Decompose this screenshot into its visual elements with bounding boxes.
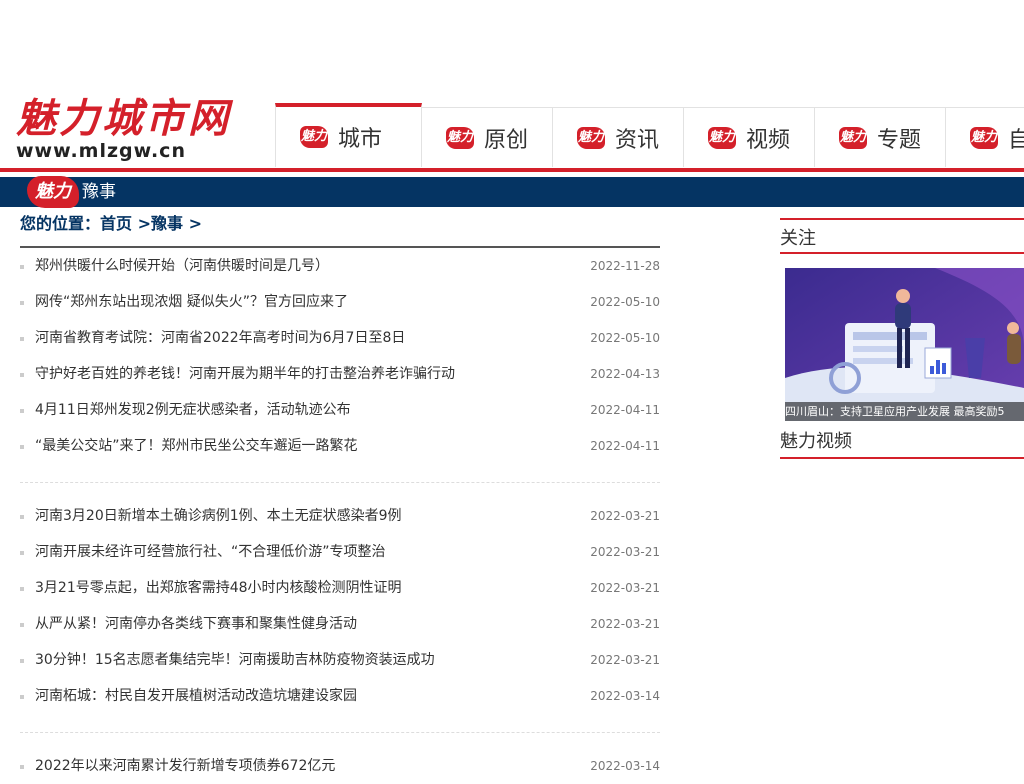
section-badge-icon: 魅力 [27, 176, 79, 208]
nav-label: 城市 [338, 127, 383, 152]
nav-item-more[interactable]: 魅力 自 [946, 107, 1024, 167]
bullet-icon [20, 445, 24, 449]
bullet-icon [20, 659, 24, 663]
breadcrumb-sep: > [132, 214, 152, 233]
breadcrumb: 您的位置：首页 >豫事 > [20, 212, 660, 248]
article-title[interactable]: 河南省教育考试院：河南省2022年高考时间为6月7日至8日 [35, 320, 405, 356]
list-item[interactable]: 河南省教育考试院：河南省2022年高考时间为6月7日至8日 2022-05-10 [20, 320, 660, 356]
article-date: 2022-05-10 [590, 295, 660, 309]
header-divider [0, 168, 1024, 172]
article-title[interactable]: 3月21号零点起，出郑旅客需持48小时内核酸检测阴性证明 [35, 570, 402, 606]
list-item[interactable]: 4月11日郑州发现2例无症状感染者，活动轨迹公布 2022-04-11 [20, 392, 660, 428]
article-list: 2022年以来河南累计发行新增专项债券672亿元 2022-03-14 [20, 748, 660, 784]
site-logo[interactable]: 魅力城市网 www.mlzgw.cn [16, 98, 228, 164]
section-bar [0, 177, 1024, 207]
focus-image[interactable] [785, 268, 1024, 421]
list-item[interactable]: 郑州供暖什么时候开始（河南供暖时间是几号） 2022-11-28 [20, 248, 660, 284]
article-date: 2022-04-11 [590, 403, 660, 417]
list-item[interactable]: 河南开展未经许可经营旅行社、“不合理低价游”专项整治 2022-03-21 [20, 534, 660, 570]
list-item[interactable]: 从严从紧！河南停办各类线下赛事和聚集性健身活动 2022-03-21 [20, 606, 660, 642]
article-title[interactable]: “最美公交站”来了！郑州市民坐公交车邂逅一路繁花 [35, 428, 358, 464]
nav-item-city[interactable]: 魅力 城市 [275, 103, 422, 167]
illustration-icon [785, 268, 1024, 421]
breadcrumb-sep: > [183, 214, 203, 233]
article-date: 2022-04-11 [590, 439, 660, 453]
mei-li-badge-icon: 魅力 [970, 126, 998, 149]
breadcrumb-prefix: 您的位置： [20, 214, 101, 233]
list-item[interactable]: “最美公交站”来了！郑州市民坐公交车邂逅一路繁花 2022-04-11 [20, 428, 660, 464]
list-item[interactable]: 3月21号零点起，出郑旅客需持48小时内核酸检测阴性证明 2022-03-21 [20, 570, 660, 606]
article-title[interactable]: 2022年以来河南累计发行新增专项债券672亿元 [35, 748, 335, 784]
breadcrumb-home[interactable]: 首页 [100, 214, 132, 233]
article-title[interactable]: 从严从紧！河南停办各类线下赛事和聚集性健身活动 [35, 606, 357, 642]
article-title[interactable]: 河南3月20日新增本土确诊病例1例、本土无症状感染者9例 [35, 498, 402, 534]
article-date: 2022-03-21 [590, 509, 660, 523]
list-divider [20, 482, 660, 483]
article-date: 2022-11-28 [590, 259, 660, 273]
article-date: 2022-03-21 [590, 617, 660, 631]
article-title[interactable]: 郑州供暖什么时候开始（河南供暖时间是几号） [35, 248, 329, 284]
nav-item-original[interactable]: 魅力 原创 [422, 107, 553, 167]
article-title[interactable]: 守护好老百姓的养老钱！河南开展为期半年的打击整治养老诈骗行动 [35, 356, 455, 392]
logo-name: 魅力城市网 [16, 95, 231, 142]
nav-label: 自 [1008, 127, 1024, 153]
mei-li-badge-icon: 魅力 [300, 126, 328, 148]
bullet-icon [20, 373, 24, 377]
nav-item-special[interactable]: 魅力 专题 [815, 107, 946, 167]
article-date: 2022-03-21 [590, 581, 660, 595]
article-date: 2022-03-21 [590, 545, 660, 559]
nav-item-video[interactable]: 魅力 视频 [684, 107, 815, 167]
nav-label: 原创 [484, 127, 529, 153]
nav-label: 资讯 [615, 127, 660, 153]
bullet-icon [20, 265, 24, 269]
article-date: 2022-05-10 [590, 331, 660, 345]
focus-heading: 关注 [780, 218, 1024, 254]
article-date: 2022-04-13 [590, 367, 660, 381]
mei-li-badge-icon: 魅力 [839, 126, 867, 149]
bullet-icon [20, 337, 24, 341]
list-item[interactable]: 30分钟！15名志愿者集结完毕！河南援助吉林防疫物资装运成功 2022-03-21 [20, 642, 660, 678]
section-title: 豫事 [82, 182, 116, 202]
list-item[interactable]: 2022年以来河南累计发行新增专项债券672亿元 2022-03-14 [20, 748, 660, 784]
focus-caption[interactable]: 四川眉山：支持卫星应用产业发展 最高奖励5 [785, 402, 1024, 421]
article-title[interactable]: 4月11日郑州发现2例无症状感染者，活动轨迹公布 [35, 392, 351, 428]
article-date: 2022-03-14 [590, 759, 660, 773]
bullet-icon [20, 765, 24, 769]
article-list: 郑州供暖什么时候开始（河南供暖时间是几号） 2022-11-28 网传“郑州东站出… [20, 248, 660, 464]
bullet-icon [20, 623, 24, 627]
article-title[interactable]: 河南柘城：村民自发开展植树活动改造坑塘建设家园 [35, 678, 357, 714]
breadcrumb-current[interactable]: 豫事 [151, 214, 183, 233]
main-nav: 魅力 城市 魅力 原创 魅力 资讯 魅力 视频 魅力 专题 魅力 自 [275, 103, 1024, 167]
bullet-icon [20, 515, 24, 519]
nav-label: 专题 [877, 127, 922, 153]
list-divider [20, 732, 660, 733]
bullet-icon [20, 301, 24, 305]
article-date: 2022-03-21 [590, 653, 660, 667]
mei-li-badge-icon: 魅力 [577, 126, 605, 149]
article-title[interactable]: 网传“郑州东站出现浓烟 疑似失火”？官方回应来了 [35, 284, 348, 320]
bullet-icon [20, 587, 24, 591]
list-item[interactable]: 网传“郑州东站出现浓烟 疑似失火”？官方回应来了 2022-05-10 [20, 284, 660, 320]
logo-url: www.mlzgw.cn [16, 140, 186, 162]
list-item[interactable]: 河南柘城：村民自发开展植树活动改造坑塘建设家园 2022-03-14 [20, 678, 660, 714]
article-list: 河南3月20日新增本土确诊病例1例、本土无症状感染者9例 2022-03-21 河… [20, 498, 660, 714]
article-date: 2022-03-14 [590, 689, 660, 703]
mei-li-badge-icon: 魅力 [708, 126, 736, 149]
list-item[interactable]: 河南3月20日新增本土确诊病例1例、本土无症状感染者9例 2022-03-21 [20, 498, 660, 534]
nav-item-news[interactable]: 魅力 资讯 [553, 107, 684, 167]
article-title[interactable]: 30分钟！15名志愿者集结完毕！河南援助吉林防疫物资装运成功 [35, 642, 435, 678]
bullet-icon [20, 409, 24, 413]
bullet-icon [20, 695, 24, 699]
nav-label: 视频 [746, 127, 791, 153]
video-heading: 魅力视频 [780, 423, 1024, 459]
bullet-icon [20, 551, 24, 555]
article-title[interactable]: 河南开展未经许可经营旅行社、“不合理低价游”专项整治 [35, 534, 386, 570]
list-item[interactable]: 守护好老百姓的养老钱！河南开展为期半年的打击整治养老诈骗行动 2022-04-13 [20, 356, 660, 392]
mei-li-badge-icon: 魅力 [446, 126, 474, 149]
